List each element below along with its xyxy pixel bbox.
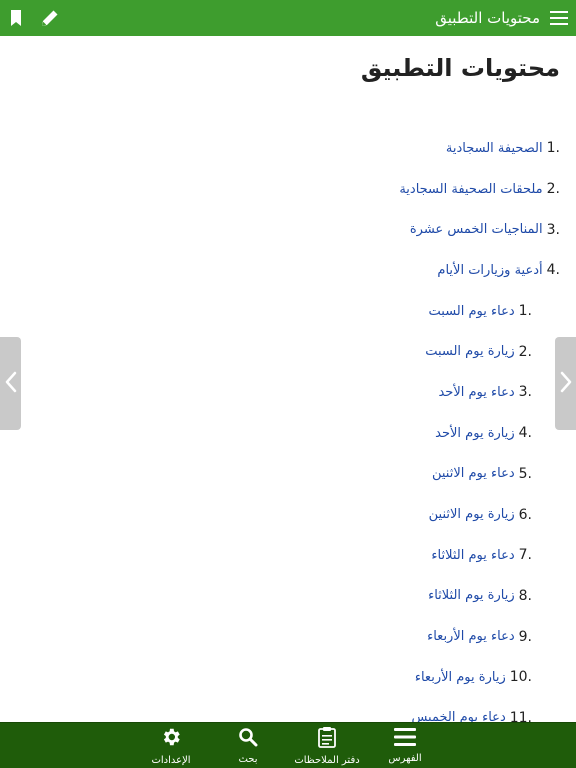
toc-subitem-link[interactable]: دعاء يوم الأربعاء <box>427 629 515 644</box>
toc-subitem-number: 11. <box>509 709 532 722</box>
toc-subitem[interactable]: 3. دعاء يوم الأحد <box>40 372 560 413</box>
table-of-contents: 1. الصحيفة السجادية 2. ملحقات الصحيفة السج… <box>40 128 560 722</box>
toc-subitem-link[interactable]: دعاء يوم الخميس <box>411 710 505 722</box>
toc-subitem[interactable]: 10. زيارة يوم الأربعاء <box>40 657 560 698</box>
toc-subitem-number: 9. <box>518 628 532 645</box>
list-icon <box>394 728 416 750</box>
toc-item[interactable]: 4. أدعية وزيارات الأيام <box>40 250 560 291</box>
toc-subitem[interactable]: 2. زيارة يوم السبت <box>40 331 560 372</box>
next-page-button[interactable] <box>555 337 576 430</box>
toc-subitem-link[interactable]: زيارة يوم الثلاثاء <box>428 588 515 603</box>
chevron-left-icon <box>5 371 17 397</box>
toc-subitem[interactable]: 8. زيارة يوم الثلاثاء <box>40 576 560 617</box>
toc-subitem-link[interactable]: زيارة يوم الأحد <box>435 426 514 441</box>
previous-page-button[interactable] <box>0 337 21 430</box>
toc-item-number: 4. <box>546 262 560 279</box>
app-bar-title: محتويات التطبيق <box>435 9 540 27</box>
toc-subitem-number: 1. <box>518 303 532 320</box>
toc-subitem-number: 7. <box>518 547 532 564</box>
toc-subitem[interactable]: 9. دعاء يوم الأربعاء <box>40 616 560 657</box>
toc-subitem[interactable]: 1. دعاء يوم السبت <box>40 291 560 332</box>
toc-subitem[interactable]: 11. دعاء يوم الخميس <box>40 698 560 722</box>
chevron-right-icon <box>560 371 572 397</box>
toc-subitem-number: 5. <box>518 465 532 482</box>
top-bar-title-group: محتويات التطبيق <box>435 9 568 27</box>
toc-subitem-link[interactable]: زيارة يوم الأربعاء <box>415 670 506 685</box>
toc-subitem[interactable]: 5. دعاء يوم الاثنين <box>40 454 560 495</box>
nav-settings[interactable]: الإعدادات <box>146 723 196 768</box>
toc-subitem-link[interactable]: زيارة يوم الاثنين <box>429 507 515 522</box>
nav-search-label: بحث <box>238 754 258 765</box>
toc-item-link[interactable]: المناجيات الخمس عشرة <box>410 222 543 237</box>
toc-subitem-number: 2. <box>518 343 532 360</box>
toc-subitem-link[interactable]: دعاء يوم الاثنين <box>432 466 515 481</box>
top-bar-actions <box>10 8 60 28</box>
pencil-icon[interactable] <box>40 8 60 28</box>
nav-settings-label: الإعدادات <box>151 755 191 766</box>
clipboard-icon <box>317 726 337 752</box>
toc-item[interactable]: 1. الصحيفة السجادية <box>40 128 560 169</box>
nav-notebook-label: دفتر الملاحظات <box>294 755 360 766</box>
nav-index-label: الفهرس <box>388 753 422 764</box>
bookmark-icon[interactable] <box>10 10 22 26</box>
top-app-bar: محتويات التطبيق <box>0 0 576 36</box>
toc-item[interactable]: 3. المناجيات الخمس عشرة <box>40 209 560 250</box>
toc-subitem-link[interactable]: دعاء يوم الثلاثاء <box>431 548 514 563</box>
toc-subitem-number: 3. <box>518 384 532 401</box>
page-title: محتويات التطبيق <box>360 54 560 82</box>
bottom-navigation: الإعدادات بحث دفتر الملاحظات الفهرس <box>0 722 576 768</box>
toc-subitem-number: 10. <box>509 669 532 686</box>
toc-subitem[interactable]: 4. زيارة يوم الأحد <box>40 413 560 454</box>
toc-item[interactable]: 2. ملحقات الصحيفة السجادية <box>40 169 560 210</box>
toc-item-link[interactable]: أدعية وزيارات الأيام <box>437 263 542 278</box>
toc-item-link[interactable]: ملحقات الصحيفة السجادية <box>399 182 542 197</box>
toc-subitem[interactable]: 7. دعاء يوم الثلاثاء <box>40 535 560 576</box>
search-icon <box>238 727 258 751</box>
toc-subitem-number: 4. <box>518 425 532 442</box>
toc-subitem-number: 8. <box>518 587 532 604</box>
toc-subitem-number: 6. <box>518 506 532 523</box>
toc-subitem[interactable]: 6. زيارة يوم الاثنين <box>40 494 560 535</box>
toc-item-link[interactable]: الصحيفة السجادية <box>446 141 543 156</box>
nav-search[interactable]: بحث <box>228 723 268 768</box>
content-area[interactable]: محتويات التطبيق 1. الصحيفة السجادية 2. ملح… <box>0 36 576 722</box>
toc-subitem-link[interactable]: دعاء يوم الأحد <box>438 385 514 400</box>
gear-icon <box>160 726 182 752</box>
toc-item-number: 3. <box>546 221 560 238</box>
toc-item-number: 1. <box>546 140 560 157</box>
menu-icon[interactable] <box>550 11 568 25</box>
toc-item-number: 2. <box>546 181 560 198</box>
toc-subitem-link[interactable]: زيارة يوم السبت <box>425 344 514 359</box>
nav-notebook[interactable]: دفتر الملاحظات <box>290 723 364 768</box>
nav-index[interactable]: الفهرس <box>382 723 428 768</box>
toc-subitem-link[interactable]: دعاء يوم السبت <box>429 304 515 319</box>
